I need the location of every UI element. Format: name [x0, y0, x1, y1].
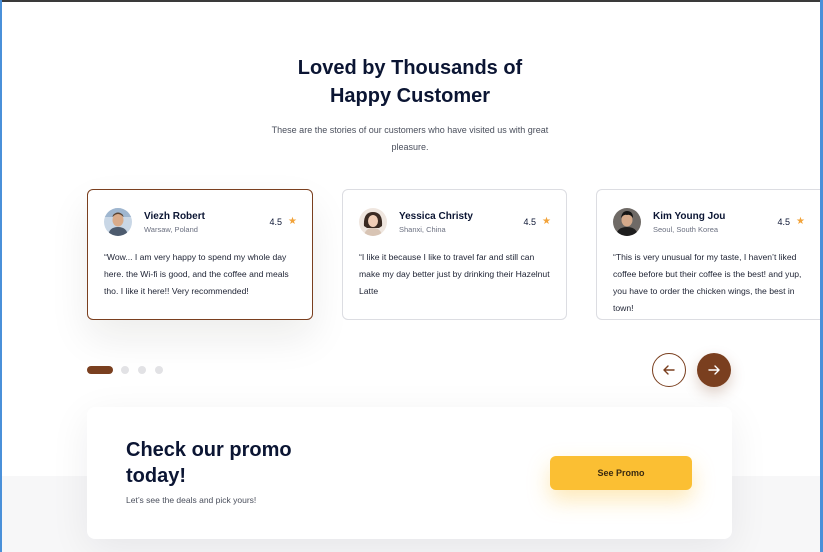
- rating-value: 4.5: [523, 217, 537, 227]
- carousel-prev-button[interactable]: [652, 353, 686, 387]
- rating-value: 4.5: [269, 217, 283, 227]
- section-subtitle: These are the stories of our customers w…: [271, 125, 549, 152]
- arrow-right-icon: [708, 365, 720, 375]
- rating-value: 4.5: [777, 217, 791, 227]
- star-icon: ★: [542, 216, 551, 227]
- reviewer-location: Warsaw, Poland: [144, 224, 198, 234]
- avatar: [359, 208, 387, 236]
- pagination-dot-active[interactable]: [87, 366, 113, 374]
- promo-title-line1: Check our promo: [126, 439, 292, 461]
- pagination-dot[interactable]: [155, 366, 163, 374]
- section-title: Loved by Thousands of Happy Customer: [0, 54, 820, 110]
- reviewer-name: Viezh Robert: [144, 210, 205, 222]
- reviewer-name: Kim Young Jou: [653, 210, 726, 222]
- promo-title: Check our promo today!: [126, 437, 346, 489]
- reviewer-name: Yessica Christy: [399, 210, 473, 222]
- carousel-pagination: [87, 366, 172, 374]
- promo-title-line2: today!: [126, 465, 186, 487]
- window-top-border: [0, 0, 823, 2]
- testimonial-quote: “This is very unusual for my taste, I ha…: [613, 252, 802, 313]
- see-promo-button[interactable]: See Promo: [550, 456, 692, 490]
- star-icon: ★: [288, 216, 297, 227]
- star-icon: ★: [796, 216, 805, 227]
- section-title-line2: Happy Customer: [329, 85, 491, 107]
- pagination-dot[interactable]: [121, 366, 129, 374]
- rating: 4.5 ★: [523, 216, 551, 228]
- avatar: [104, 208, 132, 236]
- testimonial-quote: “Wow... I am very happy to spend my whol…: [104, 252, 289, 296]
- reviewer-location: Seoul, South Korea: [653, 224, 719, 234]
- rating: 4.5 ★: [777, 216, 805, 228]
- testimonial-quote: “I like it because I like to travel far …: [359, 252, 550, 296]
- reviewer-location: Shanxi, China: [399, 224, 446, 234]
- testimonial-card[interactable]: Viezh Robert Warsaw, Poland 4.5 ★ “Wow..…: [87, 189, 313, 320]
- promo-subtitle: Let’s see the deals and pick yours!: [126, 495, 257, 505]
- promo-banner: Check our promo today! Let’s see the dea…: [87, 407, 732, 539]
- testimonial-card[interactable]: Yessica Christy Shanxi, China 4.5 ★ “I l…: [342, 189, 567, 320]
- testimonial-card[interactable]: Kim Young Jou Seoul, South Korea 4.5 ★ “…: [596, 189, 820, 320]
- rating: 4.5 ★: [269, 216, 297, 228]
- arrow-left-icon: [663, 365, 675, 375]
- carousel-next-button[interactable]: [697, 353, 731, 387]
- pagination-dot[interactable]: [138, 366, 146, 374]
- section-title-line1: Loved by Thousands of: [297, 57, 523, 79]
- avatar: [613, 208, 641, 236]
